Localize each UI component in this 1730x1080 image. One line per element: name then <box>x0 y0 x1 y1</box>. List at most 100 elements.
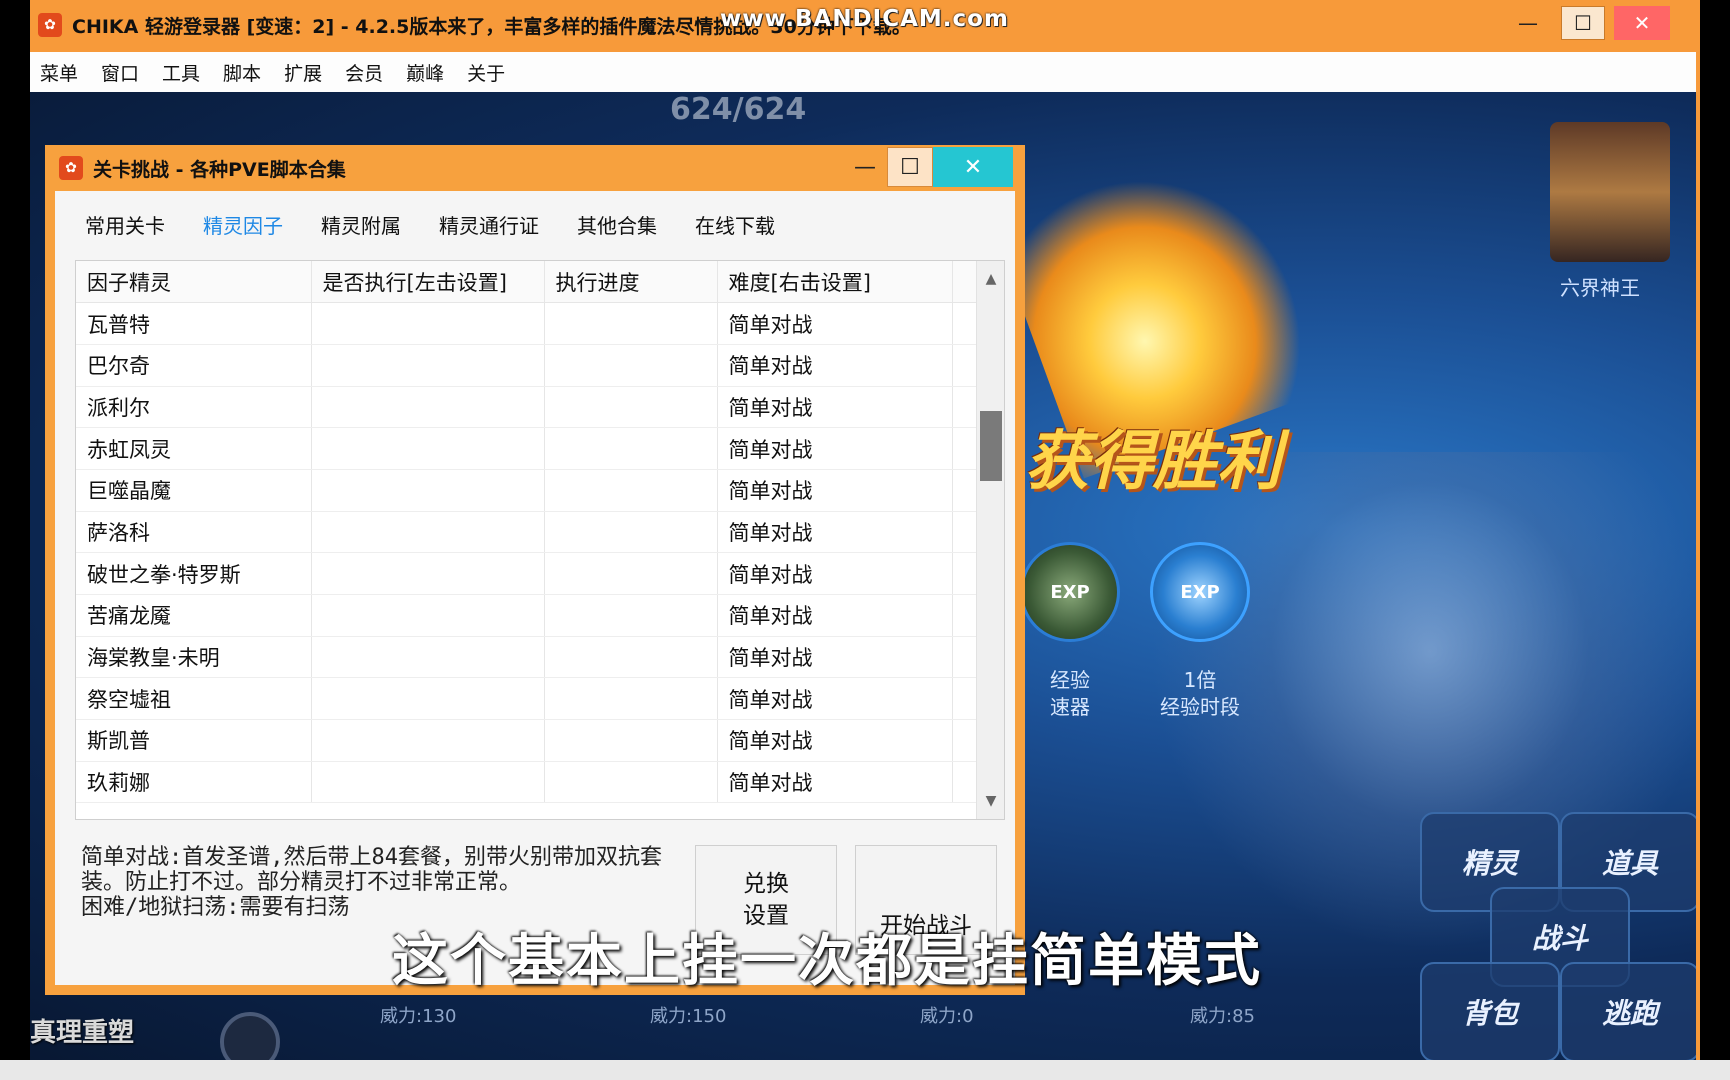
dialog-minimize-button[interactable]: — <box>845 147 885 187</box>
cell-execute[interactable] <box>311 344 545 387</box>
cell-spirit-name[interactable]: 赤虹凤灵 <box>76 427 312 470</box>
cell-difficulty[interactable]: 简单对战 <box>717 386 953 429</box>
cell-difficulty[interactable]: 简单对战 <box>717 469 953 512</box>
maximize-button[interactable]: ☐ <box>1561 6 1605 40</box>
menu-item-menu[interactable]: 菜单 <box>40 59 78 86</box>
table-row[interactable]: 巨噬晶魔 简单对战 <box>76 469 977 512</box>
table-row[interactable]: 祭空墟祖 简单对战 <box>76 677 977 721</box>
cell-execute[interactable] <box>311 427 545 470</box>
tab-spirit-factor[interactable]: 精灵因子 <box>203 210 283 239</box>
cell-progress[interactable] <box>544 719 718 762</box>
dialog-app-icon: ✿ <box>59 156 83 180</box>
tab-spirit-pass[interactable]: 精灵通行证 <box>439 210 539 239</box>
cell-progress[interactable] <box>544 552 718 595</box>
tab-online-download[interactable]: 在线下载 <box>695 210 775 239</box>
cell-spirit-name[interactable]: 派利尔 <box>76 386 312 429</box>
cell-difficulty[interactable]: 简单对战 <box>717 719 953 762</box>
scroll-thumb[interactable] <box>980 411 1002 481</box>
header-spirit[interactable]: 因子精灵 <box>76 261 312 304</box>
menu-item-window[interactable]: 窗口 <box>101 59 139 86</box>
exp-timer-icon[interactable]: EXP <box>1150 542 1250 642</box>
cell-progress[interactable] <box>544 344 718 387</box>
cell-execute[interactable] <box>311 302 545 345</box>
cell-progress[interactable] <box>544 677 718 721</box>
menu-item-script[interactable]: 脚本 <box>223 59 261 86</box>
cell-progress[interactable] <box>544 386 718 429</box>
cell-progress[interactable] <box>544 594 718 637</box>
cell-execute[interactable] <box>311 552 545 595</box>
cell-difficulty[interactable]: 简单对战 <box>717 427 953 470</box>
hp-counter: 624/624 <box>670 92 807 127</box>
cell-difficulty[interactable]: 简单对战 <box>717 344 953 387</box>
table-scrollbar[interactable]: ▲ ▼ <box>976 261 1004 819</box>
dialog-close-button[interactable]: ✕ <box>933 147 1013 187</box>
menu-item-member[interactable]: 会员 <box>345 59 383 86</box>
cell-execute[interactable] <box>311 469 545 512</box>
header-progress[interactable]: 执行进度 <box>544 261 718 304</box>
cell-difficulty[interactable]: 简单对战 <box>717 636 953 679</box>
cell-spirit-name[interactable]: 巴尔奇 <box>76 344 312 387</box>
cell-spirit-name[interactable]: 玖莉娜 <box>76 761 312 804</box>
cell-execute[interactable] <box>311 511 545 554</box>
cell-spirit-name[interactable]: 巨噬晶魔 <box>76 469 312 512</box>
recording-watermark: www.BANDICAM.com <box>720 6 1009 32</box>
table-row[interactable]: 派利尔 简单对战 <box>76 386 977 429</box>
menu-item-about[interactable]: 关于 <box>467 59 505 86</box>
cell-progress[interactable] <box>544 427 718 470</box>
header-difficulty[interactable]: 难度[右击设置] <box>717 261 953 304</box>
cell-progress[interactable] <box>544 469 718 512</box>
cell-progress[interactable] <box>544 511 718 554</box>
table-row[interactable]: 巴尔奇 简单对战 <box>76 344 977 387</box>
tab-common-stages[interactable]: 常用关卡 <box>85 210 165 239</box>
cell-execute[interactable] <box>311 761 545 804</box>
difficulty-notes: 简单对战:首发圣谱,然后带上84套餐，别带火别带加双抗套装。防止打不过。部分精灵… <box>81 845 671 920</box>
game-button-bag[interactable]: 背包 <box>1420 962 1560 1060</box>
table-row[interactable]: 玖莉娜 简单对战 <box>76 761 977 804</box>
cell-spirit-name[interactable]: 苦痛龙魇 <box>76 594 312 637</box>
exp-booster-icon[interactable]: EXP <box>1020 542 1120 642</box>
stage-challenge-dialog: ✿ 关卡挑战 - 各种PVE脚本合集 — ☐ ✕ 常用关卡 精灵因子 精灵附属 … <box>45 145 1025 995</box>
cell-execute[interactable] <box>311 677 545 721</box>
table-row[interactable]: 瓦普特 简单对战 <box>76 302 977 345</box>
table-row[interactable]: 苦痛龙魇 简单对战 <box>76 594 977 637</box>
menu-item-tools[interactable]: 工具 <box>162 59 200 86</box>
cell-spirit-name[interactable]: 瓦普特 <box>76 302 312 345</box>
cell-difficulty[interactable]: 简单对战 <box>717 552 953 595</box>
scroll-down-arrow-icon[interactable]: ▼ <box>977 787 1004 815</box>
tab-other-collection[interactable]: 其他合集 <box>577 210 657 239</box>
cell-difficulty[interactable]: 简单对战 <box>717 594 953 637</box>
game-button-escape[interactable]: 逃跑 <box>1560 962 1696 1060</box>
factor-spirit-table[interactable]: 因子精灵 是否执行[左击设置] 执行进度 难度[右击设置] 瓦普特 简单对战 巴尔奇… <box>75 260 1005 820</box>
cell-progress[interactable] <box>544 761 718 804</box>
cell-progress[interactable] <box>544 636 718 679</box>
cell-difficulty[interactable]: 简单对战 <box>717 761 953 804</box>
cell-progress[interactable] <box>544 302 718 345</box>
cell-difficulty[interactable]: 简单对战 <box>717 677 953 721</box>
menu-item-peak[interactable]: 巅峰 <box>406 59 444 86</box>
scroll-up-arrow-icon[interactable]: ▲ <box>977 265 1004 293</box>
cell-difficulty[interactable]: 简单对战 <box>717 302 953 345</box>
cell-spirit-name[interactable]: 祭空墟祖 <box>76 677 312 721</box>
cell-execute[interactable] <box>311 594 545 637</box>
game-menu-circle[interactable] <box>220 1012 280 1060</box>
cell-execute[interactable] <box>311 719 545 762</box>
cell-execute[interactable] <box>311 386 545 429</box>
table-row[interactable]: 赤虹凤灵 简单对战 <box>76 427 977 470</box>
cell-difficulty[interactable]: 简单对战 <box>717 511 953 554</box>
table-row[interactable]: 海棠教皇·未明 简单对战 <box>76 636 977 679</box>
table-row[interactable]: 斯凯普 简单对战 <box>76 719 977 762</box>
header-execute[interactable]: 是否执行[左击设置] <box>311 261 545 304</box>
cell-execute[interactable] <box>311 636 545 679</box>
game-logo-text: 真理重塑 <box>30 1018 135 1048</box>
dialog-maximize-button[interactable]: ☐ <box>887 147 933 187</box>
close-button[interactable]: ✕ <box>1614 6 1670 40</box>
tab-spirit-attach[interactable]: 精灵附属 <box>321 210 401 239</box>
table-row[interactable]: 破世之拳·特罗斯 简单对战 <box>76 552 977 595</box>
minimize-button[interactable]: — <box>1506 6 1550 40</box>
cell-spirit-name[interactable]: 海棠教皇·未明 <box>76 636 312 679</box>
cell-spirit-name[interactable]: 破世之拳·特罗斯 <box>76 552 312 595</box>
menu-item-extend[interactable]: 扩展 <box>284 59 322 86</box>
table-row[interactable]: 萨洛科 简单对战 <box>76 511 977 554</box>
cell-spirit-name[interactable]: 斯凯普 <box>76 719 312 762</box>
cell-spirit-name[interactable]: 萨洛科 <box>76 511 312 554</box>
